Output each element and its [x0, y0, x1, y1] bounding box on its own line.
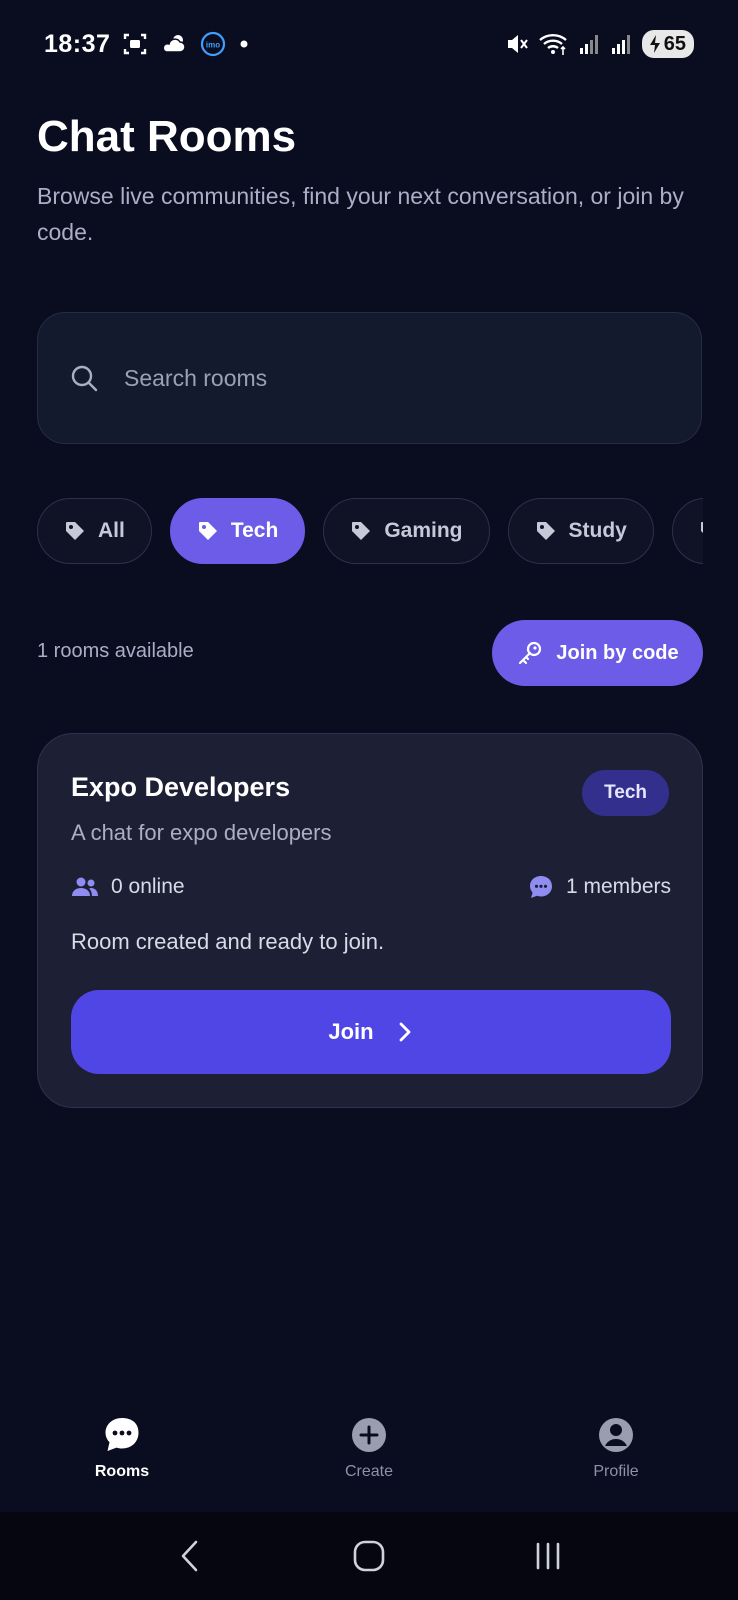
chip-tech[interactable]: Tech	[169, 498, 306, 564]
tag-icon	[350, 520, 372, 542]
online-count: 0 online	[111, 875, 185, 898]
search-icon	[68, 362, 100, 394]
chat-dots-icon	[528, 874, 554, 900]
weather-icon	[160, 32, 188, 56]
rooms-count: 1 rooms available	[37, 640, 194, 662]
home-button[interactable]	[339, 1526, 399, 1586]
room-name: Expo Developers	[71, 772, 291, 802]
members-count: 1 members	[565, 875, 671, 898]
recents-button[interactable]	[518, 1526, 578, 1586]
signal-icon	[610, 32, 634, 56]
wifi-icon	[538, 31, 570, 57]
join-label: Join	[328, 1019, 374, 1044]
battery-level: 65	[663, 32, 686, 55]
users-icon	[71, 876, 99, 898]
members-stat: 1 members	[528, 874, 671, 900]
room-category-badge: Tech	[582, 770, 669, 816]
online-stat: 0 online	[71, 875, 185, 899]
user-circle-icon	[596, 1415, 636, 1455]
bottom-tab-bar: Rooms Create Profile	[0, 1395, 738, 1510]
room-status: Room created and ready to join.	[71, 929, 385, 954]
dot-icon	[238, 38, 250, 50]
tab-profile[interactable]: Profile	[556, 1395, 676, 1510]
join-by-code-button[interactable]: Join by code	[492, 620, 703, 686]
search-input[interactable]	[124, 364, 644, 392]
chip-label: Gaming	[384, 519, 463, 542]
battery-icon: 65	[641, 30, 694, 58]
join-by-code-label: Join by code	[556, 641, 679, 664]
room-card[interactable]: Expo Developers Tech A chat for expo dev…	[37, 733, 703, 1108]
home-icon	[352, 1539, 386, 1573]
status-time: 18:37	[44, 29, 111, 58]
back-icon	[178, 1539, 202, 1573]
chip-label: Tech	[230, 519, 279, 542]
search-bar[interactable]	[37, 312, 702, 444]
chip-label: All	[98, 519, 125, 542]
status-bar: 18:37 imo 65	[0, 0, 738, 88]
screenshot-icon	[122, 31, 148, 57]
status-right: 65	[504, 30, 694, 58]
tab-label: Profile	[593, 1463, 639, 1480]
tag-icon	[535, 520, 557, 542]
tab-rooms[interactable]: Rooms	[62, 1395, 182, 1510]
imo-icon: imo	[200, 31, 226, 57]
category-filter: All Tech Gaming Study	[37, 498, 703, 566]
chevron-right-icon	[396, 1020, 414, 1044]
page-title: Chat Rooms	[37, 112, 297, 161]
page-subtitle: Browse live communities, find your next …	[37, 183, 684, 245]
signal-icon	[578, 32, 602, 56]
mute-icon	[504, 31, 530, 57]
tag-icon	[699, 520, 703, 542]
plus-circle-icon	[349, 1415, 389, 1455]
chip-gaming[interactable]: Gaming	[323, 498, 490, 564]
chip-more[interactable]	[671, 498, 703, 564]
recents-icon	[533, 1541, 563, 1571]
chip-label: Study	[568, 519, 627, 542]
key-icon	[516, 639, 544, 667]
chip-study[interactable]: Study	[507, 498, 654, 564]
chat-bubble-icon	[102, 1415, 142, 1455]
room-description: A chat for expo developers	[71, 820, 332, 845]
join-room-button[interactable]: Join	[71, 990, 671, 1074]
status-left: 18:37 imo	[44, 30, 250, 59]
back-button[interactable]	[160, 1526, 220, 1586]
tag-icon	[197, 520, 219, 542]
imo-label: imo	[206, 41, 220, 50]
tag-icon	[64, 520, 86, 542]
system-nav-bar	[0, 1512, 738, 1600]
chip-all[interactable]: All	[37, 498, 152, 564]
tab-label: Rooms	[94, 1463, 150, 1480]
room-stats: 0 online 1 members	[71, 874, 671, 900]
tab-create[interactable]: Create	[309, 1395, 429, 1510]
tab-label: Create	[344, 1463, 394, 1480]
